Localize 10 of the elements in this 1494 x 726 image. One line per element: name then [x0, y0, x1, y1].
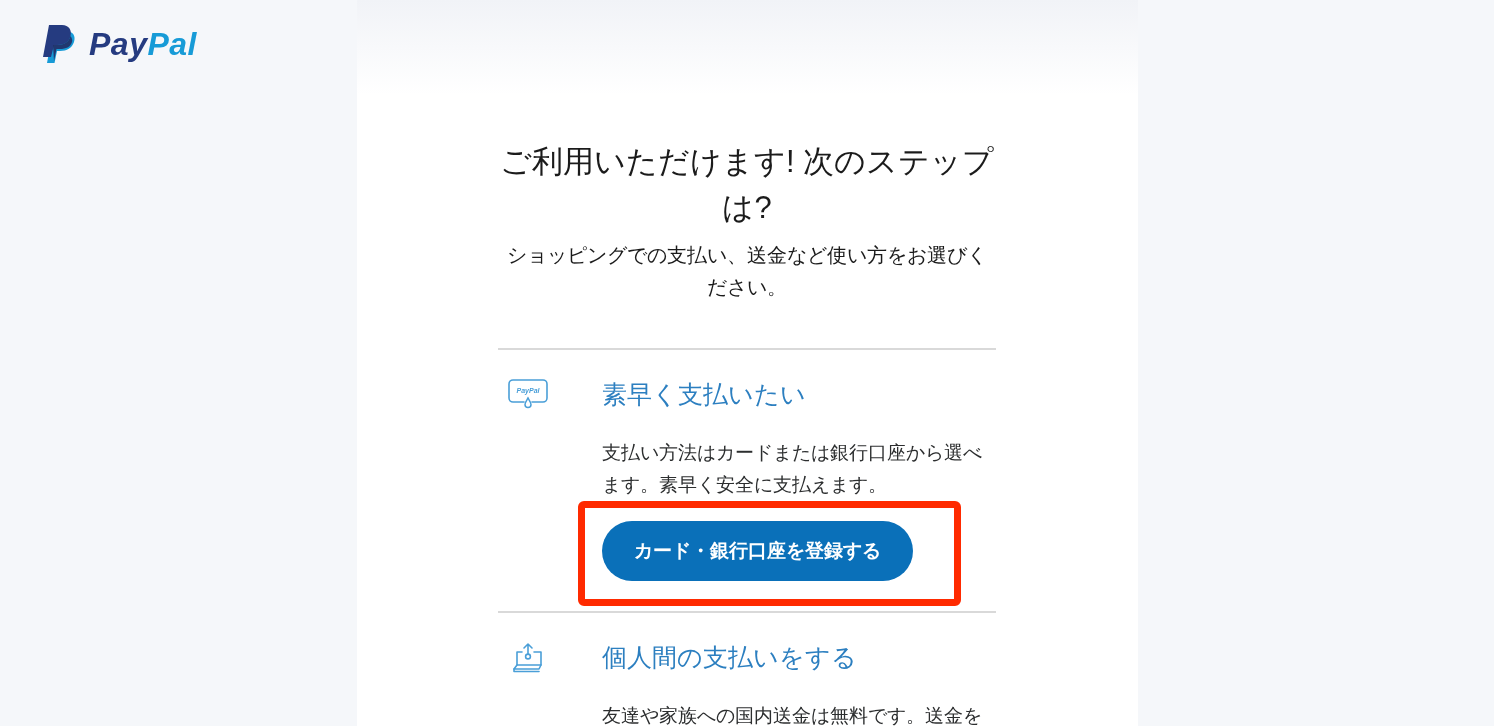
option-description: 友達や家族への国内送金は無料です。送金を	[602, 704, 983, 726]
option-title: 素早く支払いたい	[602, 379, 807, 410]
page-heading: ご利用いただけます! 次のステップは?	[498, 143, 996, 227]
upload-icon	[511, 641, 545, 673]
logo-mark-icon	[42, 25, 76, 63]
logo-text: PayPal	[89, 28, 197, 60]
register-button[interactable]: カード・銀行口座を登録する	[602, 521, 913, 581]
page-subtitle: ショッピングでの支払い、送金など使い方をお選びください。	[506, 243, 988, 300]
option-title: 個人間の支払いをする	[602, 642, 858, 673]
option-description: 支払い方法はカードまたは銀行口座から選べます。素早く安全に支払えます。	[602, 441, 983, 497]
